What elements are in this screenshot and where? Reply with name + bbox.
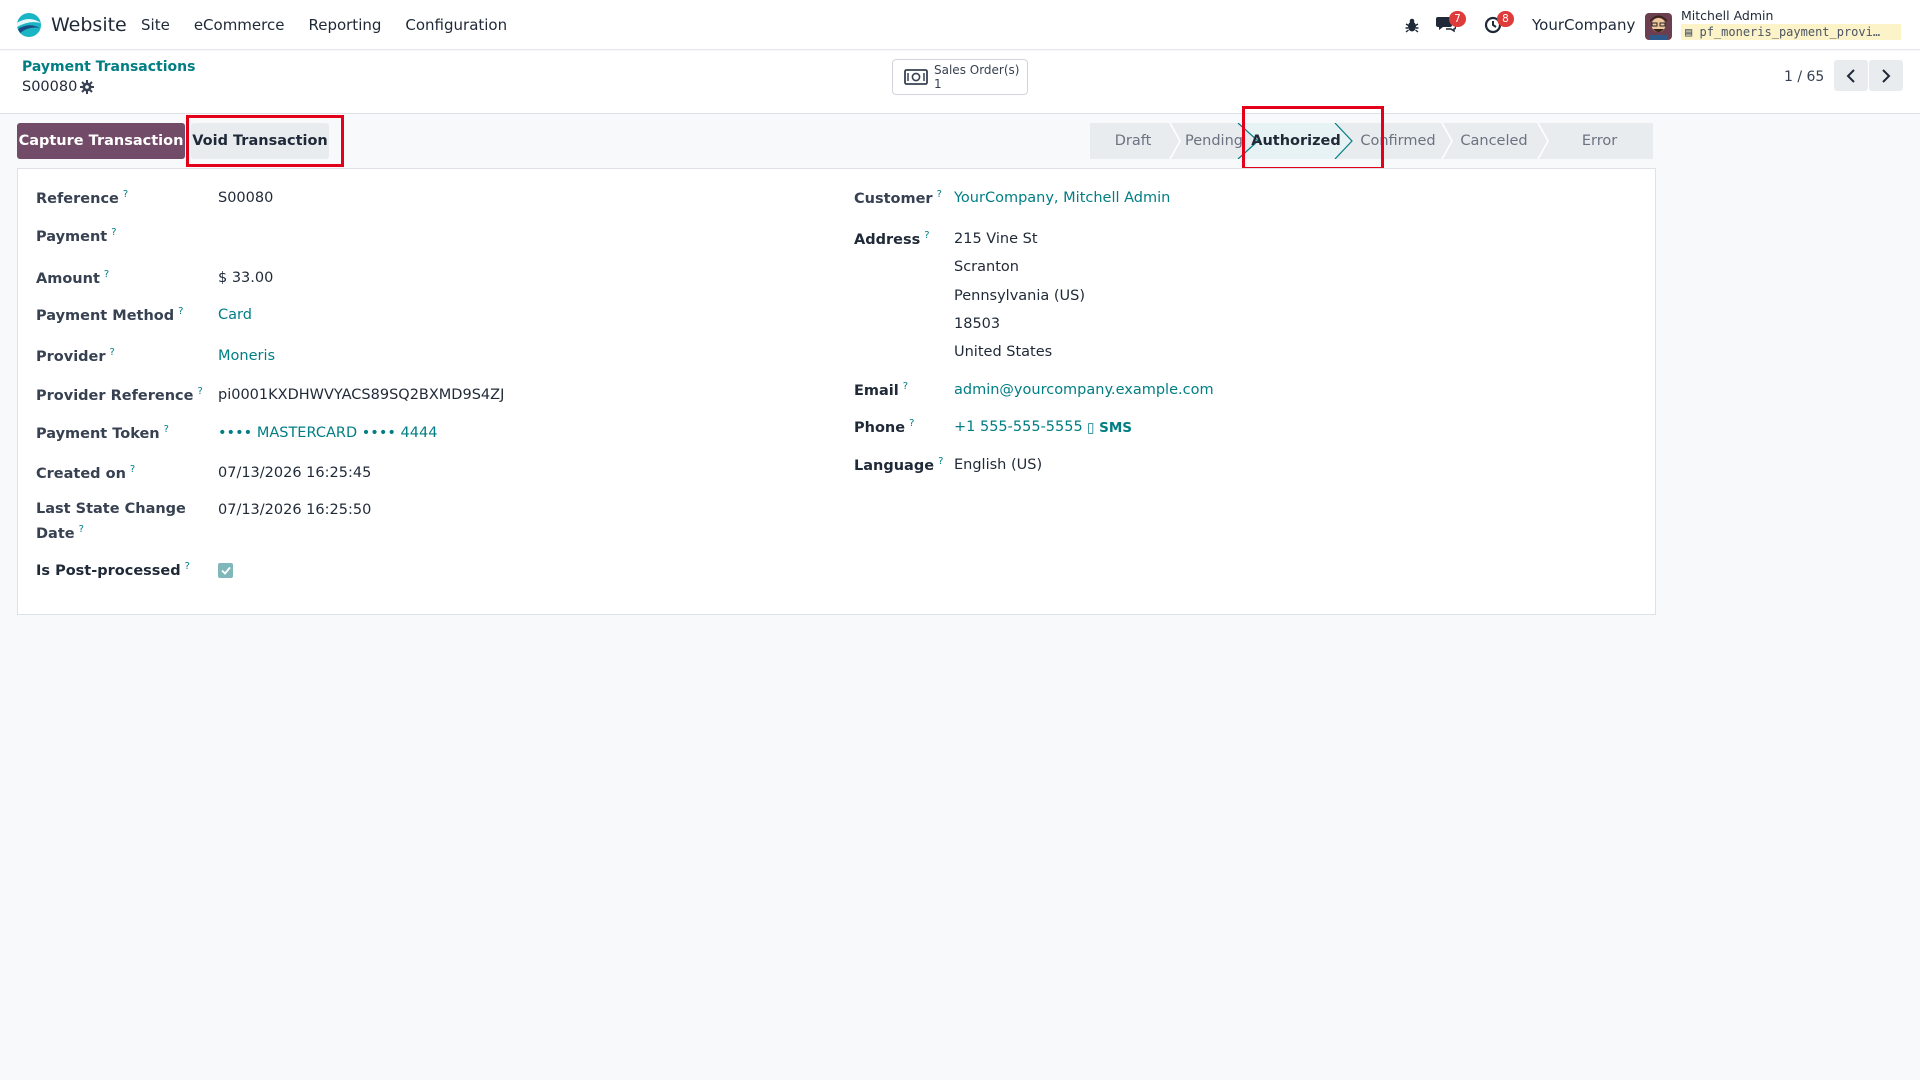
created-on-value: 07/13/2026 16:25:45 [218,465,372,481]
amount-value: $ 33.00 [218,270,274,286]
help-icon: ? [184,561,190,572]
pager-next-button[interactable] [1869,60,1903,91]
email-link[interactable]: admin@yourcompany.example.com [954,382,1214,398]
payment-method-link[interactable]: Card [218,307,252,323]
user-name[interactable]: Mitchell Admin [1681,8,1773,23]
payment-method-label: Payment Method? [36,306,184,324]
is-post-processed-checkbox[interactable] [218,563,233,578]
void-transaction-button[interactable]: Void Transaction [191,123,329,159]
gear-icon[interactable] [80,80,94,94]
help-icon: ? [103,269,110,280]
customer-link[interactable]: YourCompany, Mitchell Admin [954,190,1170,206]
address-line-zip: 18503 [954,316,1001,332]
chevron-left-icon [1846,68,1855,83]
control-panel: Payment Transactions S00080 Sales Order(… [0,51,1920,114]
chevron-right-icon [1882,68,1891,83]
database-name-text: pf_moneris_payment_provi… [1699,25,1881,39]
payment-label: Payment? [36,227,117,245]
payment-token-label: Payment Token? [36,424,169,442]
pager-previous-button[interactable] [1834,60,1868,91]
bug-icon[interactable] [1405,17,1419,33]
amount-label: Amount? [36,269,110,287]
address-line-city: Scranton [954,259,1019,275]
help-icon: ? [936,189,942,200]
payment-token-link[interactable]: •••• MASTERCARD •••• 4444 [218,425,437,441]
smart-button-label: Sales Order(s) [934,63,1020,77]
breadcrumb-payment-transactions[interactable]: Payment Transactions [22,59,195,75]
record-title: S00080 [22,79,78,95]
money-icon [904,69,928,85]
stage-error[interactable]: Error [1546,123,1653,159]
help-icon: ? [163,424,169,435]
menu-reporting[interactable]: Reporting [308,16,381,34]
help-icon: ? [938,456,944,467]
help-icon: ? [909,418,915,429]
phone-link[interactable]: +1 555-555-5555 [954,419,1083,435]
stage-pending[interactable]: Pending [1176,123,1252,159]
help-icon: ? [122,189,129,200]
last-state-change-label: Last State Change [36,501,186,517]
address-label: Address? [854,230,930,248]
language-value: English (US) [954,457,1043,473]
sms-button[interactable]: ▯ SMS [1087,420,1132,436]
form-sheet: Reference? S00080 Payment? Amount? $ 33.… [17,168,1656,615]
is-post-processed-label: Is Post-processed? [36,561,190,579]
sales-orders-smart-button[interactable]: Sales Order(s) 1 [892,59,1028,95]
provider-reference-value: pi0001KXDHWVYACS89SQ2BXMD9S4ZJ [218,387,505,403]
user-avatar-image [1645,13,1672,40]
provider-link[interactable]: Moneris [218,348,275,364]
smart-button-value: 1 [934,77,942,91]
provider-label: Provider? [36,347,115,365]
language-label: Language? [854,456,944,474]
pager-value[interactable]: 1 / 65 [1784,69,1824,85]
messages-count-badge: 7 [1449,11,1466,27]
stage-draft[interactable]: Draft [1090,123,1176,159]
menu-site[interactable]: Site [141,16,170,34]
provider-reference-label: Provider Reference? [36,386,203,404]
help-icon: ? [111,227,117,238]
last-state-change-value: 07/13/2026 16:25:50 [218,502,372,518]
sms-label: SMS [1099,420,1133,436]
email-label: Email? [854,381,909,399]
user-avatar[interactable] [1645,13,1672,40]
stage-authorized[interactable]: Authorized [1251,123,1341,159]
database-name: ▤ pf_moneris_payment_provi… [1681,24,1901,40]
main-menu: Site eCommerce Reporting Configuration [141,0,531,50]
stage-confirmed[interactable]: Confirmed [1352,123,1444,159]
top-navbar: Website Site eCommerce Reporting Configu… [0,0,1920,50]
address-line-country: United States [954,344,1053,360]
help-icon: ? [129,464,136,475]
checkmark-icon [220,566,231,575]
address-line-street: 215 Vine St [954,231,1038,247]
company-switcher[interactable]: YourCompany [1532,16,1635,34]
stage-canceled[interactable]: Canceled [1448,123,1540,159]
help-icon: ? [178,306,184,317]
last-state-change-label-date: Date? [36,524,84,542]
help-icon: ? [197,386,203,397]
mobile-icon: ▯ [1087,420,1095,436]
menu-configuration[interactable]: Configuration [405,16,507,34]
customer-label: Customer? [854,189,942,207]
created-on-label: Created on? [36,464,136,482]
activities-count-badge: 8 [1497,11,1514,27]
app-brand[interactable]: Website [14,12,127,38]
help-icon: ? [924,230,930,241]
help-icon: ? [902,381,909,392]
menu-ecommerce[interactable]: eCommerce [194,16,285,34]
database-icon: ▤ [1685,25,1693,39]
address-line-state: Pennsylvania (US) [954,288,1086,304]
app-name: Website [51,14,127,36]
phone-label: Phone? [854,418,915,436]
help-icon: ? [109,347,115,358]
capture-transaction-button[interactable]: Capture Transaction [17,123,185,159]
reference-value: S00080 [218,190,274,206]
website-app-icon [17,13,41,37]
help-icon: ? [78,524,84,535]
reference-label: Reference? [36,189,129,207]
